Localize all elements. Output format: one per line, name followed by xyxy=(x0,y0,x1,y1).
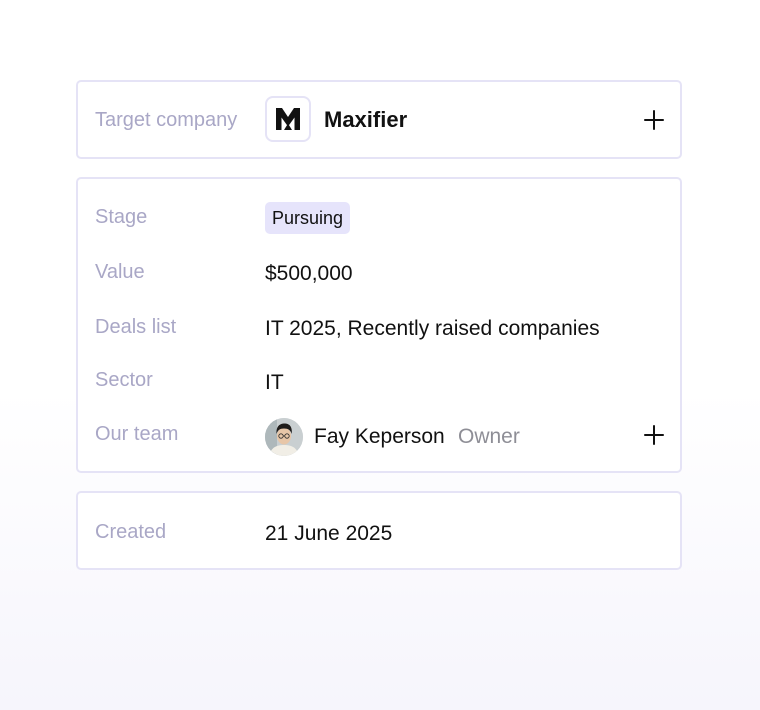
maxifier-logo-icon xyxy=(276,108,300,130)
deals-list-value[interactable]: IT 2025, Recently raised companies xyxy=(265,316,600,342)
team-member-role: Owner xyxy=(458,425,520,448)
our-team-label: Our team xyxy=(95,423,179,445)
created-label: Created xyxy=(95,521,167,543)
target-company-card: Target company Maxifier xyxy=(76,80,682,159)
sector-value[interactable]: IT xyxy=(265,370,284,396)
person-avatar-icon xyxy=(265,418,303,456)
sector-label: Sector xyxy=(95,369,153,391)
deal-details-card: Stage Pursuing Value $500,000 Deals list… xyxy=(76,177,682,473)
deal-value[interactable]: $500,000 xyxy=(265,261,353,287)
value-label: Value xyxy=(95,261,145,283)
add-company-button[interactable] xyxy=(641,107,667,133)
created-card: Created 21 June 2025 xyxy=(76,491,682,570)
company-name[interactable]: Maxifier xyxy=(324,107,407,133)
target-company-label: Target company xyxy=(95,109,238,131)
stage-badge[interactable]: Pursuing xyxy=(265,202,351,234)
created-date: 21 June 2025 xyxy=(265,522,393,545)
add-team-member-button[interactable] xyxy=(641,422,667,448)
deals-list-label: Deals list xyxy=(95,316,177,338)
stage-label: Stage xyxy=(95,206,148,228)
avatar[interactable] xyxy=(265,418,303,456)
team-member-name[interactable]: Fay Keperson xyxy=(314,424,445,450)
company-logo[interactable] xyxy=(265,96,311,142)
